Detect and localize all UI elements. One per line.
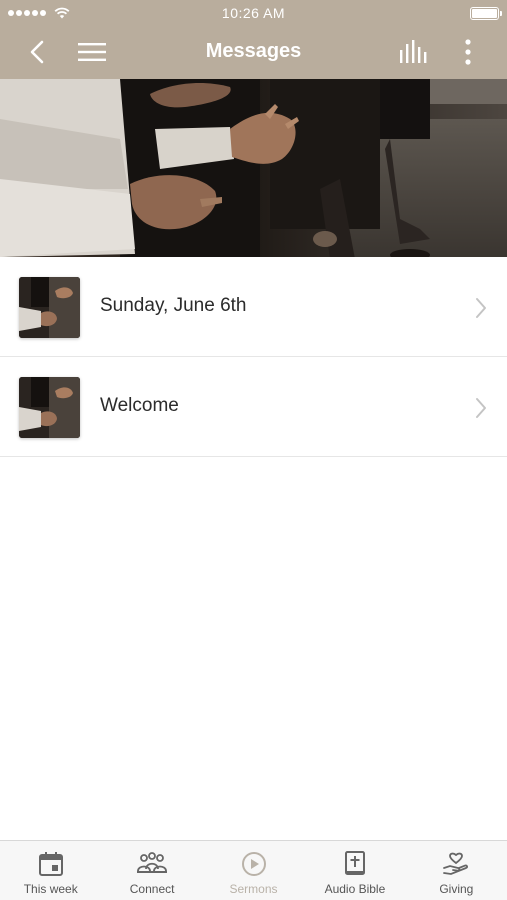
message-title: Welcome (100, 395, 179, 416)
list-item[interactable]: Sunday, June 6th (0, 257, 507, 357)
tab-giving[interactable]: Giving (406, 841, 507, 900)
message-title: Sunday, June 6th (100, 295, 247, 316)
tab-label: Audio Bible (324, 882, 386, 896)
list-item[interactable]: Welcome (0, 357, 507, 457)
tab-connect[interactable]: Connect (101, 841, 202, 900)
message-thumbnail (19, 377, 80, 438)
tab-label: Sermons (229, 882, 278, 896)
chevron-right-icon (476, 298, 486, 318)
heart-hand-icon (443, 852, 469, 875)
tab-label: This week (23, 882, 78, 896)
tab-sermons[interactable]: Sermons (203, 841, 304, 900)
tab-label: Giving (439, 882, 474, 896)
equalizer-icon (400, 40, 427, 63)
more-vertical-icon (465, 39, 471, 65)
tab-audio-bible[interactable]: Audio Bible (304, 841, 405, 900)
bible-icon (344, 851, 365, 875)
people-icon (137, 852, 168, 873)
battery-icon (470, 7, 502, 20)
chevron-right-icon (476, 398, 486, 418)
more-button[interactable] (453, 37, 483, 67)
hero-image (0, 79, 507, 257)
status-time: 10:26 AM (221, 5, 286, 21)
nav-bar: Messages (0, 26, 507, 79)
status-bar: 10:26 AM (0, 0, 507, 26)
messages-list: Sunday, June 6th Welcome (0, 257, 507, 457)
audio-button[interactable] (398, 37, 428, 67)
tab-bar: This week Connect Sermons Audio Bible Gi… (0, 840, 507, 900)
page-title: Messages (205, 40, 302, 62)
calendar-icon (38, 852, 63, 876)
tab-label: Connect (129, 882, 175, 896)
message-thumbnail (19, 277, 80, 338)
play-circle-icon (241, 852, 266, 876)
tab-this-week[interactable]: This week (0, 841, 101, 900)
